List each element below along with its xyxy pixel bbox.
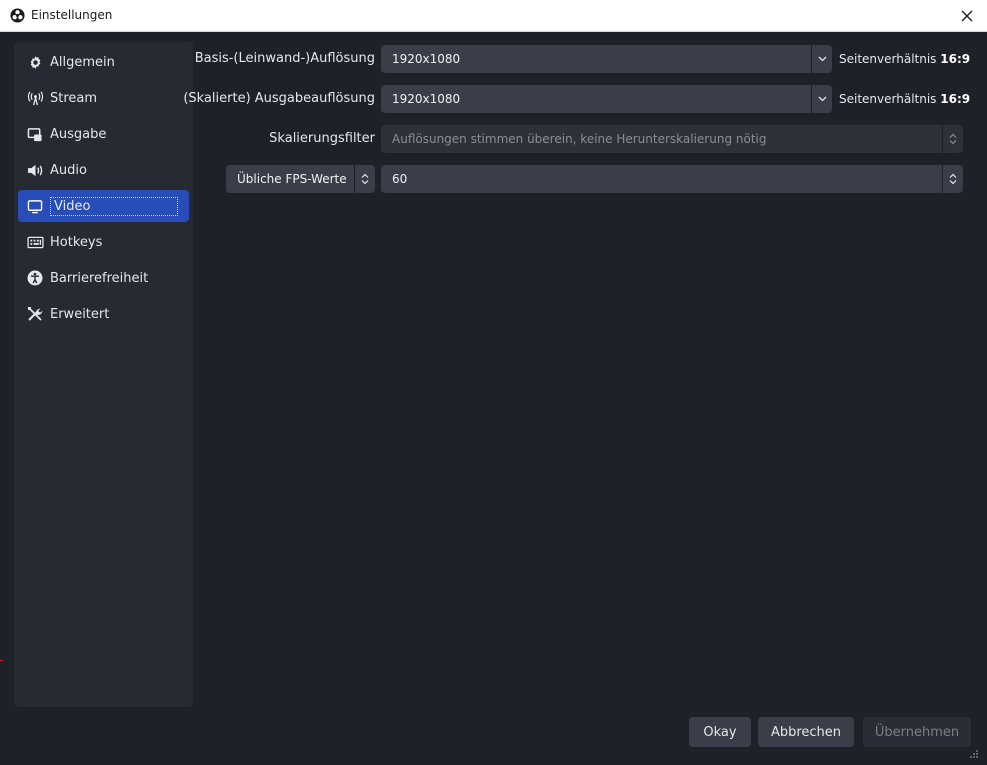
sidebar-item-label: Allgemein: [50, 54, 115, 70]
updown-arrows-icon: [942, 165, 963, 193]
aspect-ratio-label: Seitenverhältnis: [839, 52, 937, 66]
settings-dialog: Allgemein Stream Ausgabe Audio Video Hot…: [1, 32, 985, 763]
obs-logo-icon: [10, 8, 25, 23]
sidebar-item-label: Audio: [50, 162, 87, 178]
fps-type-value: Übliche FPS-Werte: [237, 172, 347, 186]
aspect-ratio-value: 16:9: [940, 92, 971, 106]
chevron-down-icon: [811, 85, 832, 113]
okay-button[interactable]: Okay: [689, 717, 751, 747]
sidebar-item-hotkeys[interactable]: Hotkeys: [18, 226, 189, 258]
base-resolution-value: 1920x1080: [392, 52, 461, 66]
close-button[interactable]: [957, 6, 977, 26]
tools-icon: [26, 305, 44, 323]
broadcast-icon: [26, 89, 44, 107]
updown-arrows-icon: [354, 165, 375, 193]
keyboard-icon: [26, 233, 44, 251]
monitor-icon: [26, 197, 44, 215]
output-resolution-value: 1920x1080: [392, 92, 461, 106]
aspect-ratio-label: Seitenverhältnis: [839, 92, 937, 106]
output-resolution-combo[interactable]: 1920x1080: [381, 85, 832, 113]
title-bar: Einstellungen: [0, 0, 987, 32]
accessibility-icon: [26, 269, 44, 287]
sidebar-item-label: Video: [50, 196, 178, 216]
apply-button[interactable]: Übernehmen: [863, 717, 971, 747]
aspect-ratio-value: 16:9: [940, 52, 971, 66]
updown-arrows-icon: [942, 125, 963, 153]
fps-value: 60: [392, 172, 408, 186]
close-icon: [961, 10, 973, 22]
sidebar-item-erweitert[interactable]: Erweitert: [18, 298, 189, 330]
fps-value-combo[interactable]: 60: [381, 165, 963, 193]
scale-filter-combo[interactable]: Auflösungen stimmen überein, keine Herun…: [381, 125, 963, 153]
sidebar-item-label: Stream: [50, 90, 98, 106]
sidebar-item-label: Ausgabe: [50, 126, 107, 142]
sidebar-item-label: Erweitert: [50, 306, 110, 322]
base-resolution-combo[interactable]: 1920x1080: [381, 45, 832, 73]
output-icon: [26, 125, 44, 143]
window-title: Einstellungen: [31, 8, 113, 22]
base-resolution-label: Basis-(Leinwand-)Auflösung: [194, 51, 375, 66]
output-resolution-label: (Skalierte) Ausgabeauflösung: [183, 91, 375, 106]
scale-filter-label: Skalierungsfilter: [269, 131, 375, 146]
sidebar-item-label: Barrierefreiheit: [50, 270, 149, 286]
fps-type-combo[interactable]: Übliche FPS-Werte: [226, 165, 375, 193]
cancel-button[interactable]: Abbrechen: [758, 717, 854, 747]
resize-grip-icon[interactable]: [969, 749, 979, 759]
base-aspect-ratio: Seitenverhältnis 16:9: [839, 45, 970, 73]
background-edge: [0, 660, 3, 661]
sidebar-item-audio[interactable]: Audio: [18, 154, 189, 186]
speaker-icon: [26, 161, 44, 179]
output-aspect-ratio: Seitenverhältnis 16:9: [839, 85, 970, 113]
scale-filter-value: Auflösungen stimmen überein, keine Herun…: [392, 132, 767, 146]
sidebar-item-video[interactable]: Video: [18, 190, 189, 222]
chevron-down-icon: [811, 45, 832, 73]
gear-icon: [26, 53, 44, 71]
sidebar-item-label: Hotkeys: [50, 234, 103, 250]
sidebar-item-barrierefreiheit[interactable]: Barrierefreiheit: [18, 262, 189, 294]
